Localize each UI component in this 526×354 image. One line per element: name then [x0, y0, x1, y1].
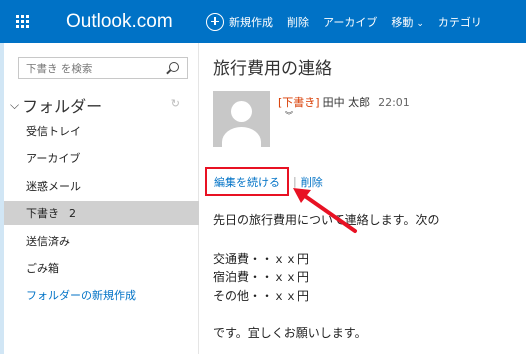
avatar: [213, 91, 270, 147]
chevron-down-icon: ⌵: [10, 97, 20, 112]
sender-name[interactable]: 田中 太郎: [323, 94, 371, 110]
sidebar-item-label: 送信済み: [26, 235, 70, 248]
app-launcher-button[interactable]: [0, 0, 44, 43]
folders-heading-label: フォルダー: [22, 97, 103, 116]
archive-button[interactable]: アーカイブ: [323, 14, 377, 30]
sidebar-item-junk[interactable]: 迷惑メール: [4, 174, 199, 198]
folders-heading[interactable]: ⌵ フォルダー ↻: [10, 93, 190, 117]
sidebar-item-deleted[interactable]: ごみ箱: [4, 256, 199, 280]
sidebar-item-label: アーカイブ: [26, 152, 81, 165]
person-icon: [231, 101, 252, 122]
delete-button[interactable]: 削除: [287, 14, 309, 30]
sidebar-item-inbox[interactable]: 受信トレイ: [4, 119, 199, 143]
message-actions: 編集を続ける | 削除: [205, 167, 323, 196]
body-line: 先日の旅行費用について連絡します。次の: [213, 213, 440, 227]
sidebar-item-label: 迷惑メール: [26, 180, 81, 193]
sidebar-item-sent[interactable]: 送信済み: [4, 229, 199, 253]
continue-editing-button[interactable]: 編集を続ける: [205, 167, 289, 196]
body-line: 宿泊費・・ｘｘ円: [213, 270, 310, 284]
sidebar-item-label: 受信トレイ: [26, 125, 81, 138]
command-bar: 新規作成 削除 アーカイブ 移動 ⌄ カテゴリ: [186, 0, 482, 43]
new-label: 新規作成: [229, 15, 273, 29]
pane-edge: [0, 43, 4, 354]
action-separator: |: [293, 175, 297, 188]
sidebar-item-archive[interactable]: アーカイブ: [4, 146, 199, 170]
unread-count: 2: [69, 206, 76, 220]
body-line: です。宜しくお願いします。: [213, 326, 367, 340]
body-line: 交通費・・ｘｘ円: [213, 252, 310, 266]
top-bar: Outlook.com 新規作成 削除 アーカイブ 移動 ⌄ カテゴリ: [0, 0, 526, 43]
search-placeholder: 下書き を検索: [26, 62, 93, 75]
folder-pane: 下書き を検索 ⌵ フォルダー ↻ 受信トレイ アーカイブ 迷惑メール 下書き 2…: [0, 43, 199, 354]
move-button[interactable]: 移動 ⌄: [391, 14, 424, 30]
body-line: その他・・ｘｘ円: [213, 289, 310, 303]
expand-details-icon[interactable]: ︾: [285, 110, 293, 121]
brand-logo[interactable]: Outlook.com: [66, 11, 186, 33]
chevron-down-icon: ⌄: [416, 18, 424, 29]
message-subject: 旅行費用の連絡: [213, 59, 332, 79]
category-button[interactable]: カテゴリ: [438, 14, 482, 30]
sender-line: [下書き] 田中 太郎 22:01: [278, 94, 410, 110]
waffle-icon: [15, 15, 29, 28]
new-folder-link[interactable]: フォルダーの新規作成: [4, 283, 199, 307]
refresh-icon[interactable]: ↻: [171, 97, 180, 110]
draft-tag: [下書き]: [278, 96, 320, 109]
move-label: 移動: [391, 15, 414, 29]
message-time: 22:01: [378, 96, 410, 109]
sidebar-item-label: ごみ箱: [26, 262, 59, 275]
search-icon[interactable]: [169, 62, 179, 72]
new-button[interactable]: 新規作成: [206, 12, 273, 31]
sidebar-item-label: 下書き: [26, 207, 59, 220]
delete-draft-link[interactable]: 削除: [301, 174, 323, 190]
search-input[interactable]: 下書き を検索: [18, 57, 188, 79]
plus-circle-icon: [206, 12, 224, 31]
sidebar-item-drafts[interactable]: 下書き 2: [4, 201, 199, 225]
